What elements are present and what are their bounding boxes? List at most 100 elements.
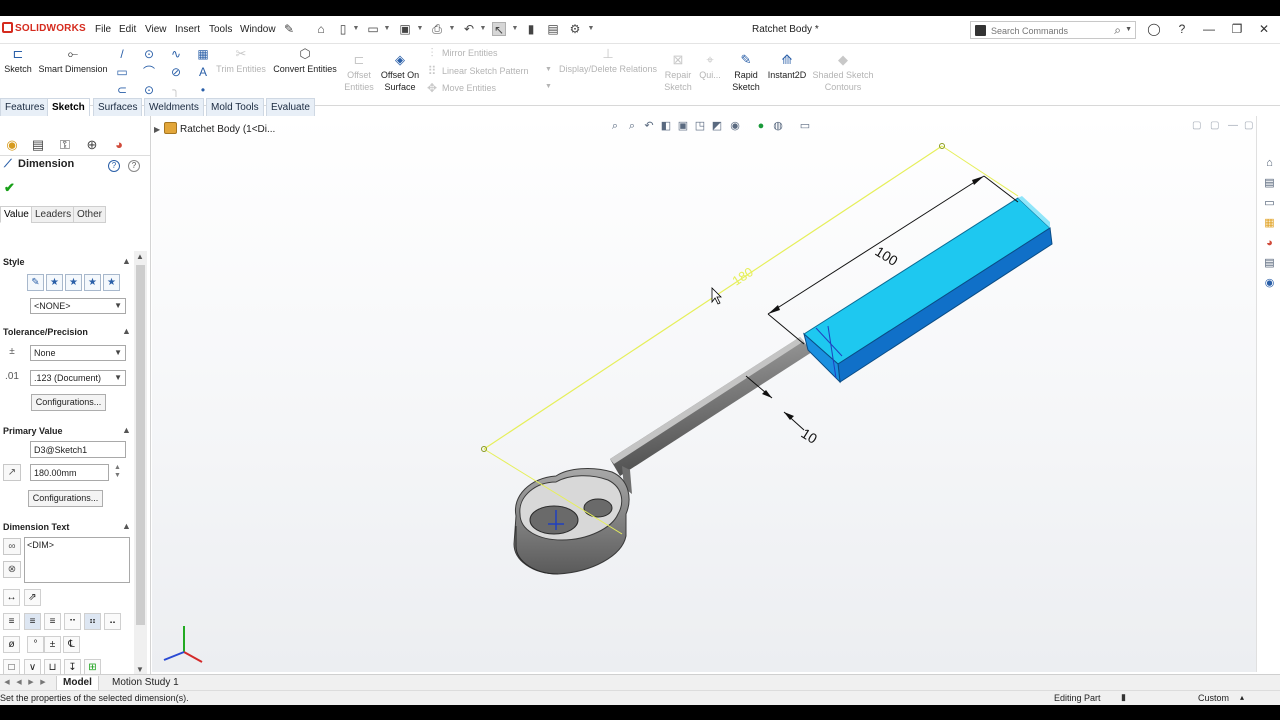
tolerance-type-select[interactable]: None ▼ xyxy=(30,345,126,361)
feature-tree-root[interactable]: ▶ Ratchet Body (1<Di... xyxy=(154,122,275,135)
align-right-icon[interactable]: ≡ xyxy=(44,613,61,630)
repair-sketch-button[interactable]: ⊠ Repair Sketch xyxy=(662,53,694,93)
update-style-icon[interactable]: ★ xyxy=(65,274,82,291)
load-style-icon[interactable]: ★ xyxy=(103,274,120,291)
menu-edit[interactable]: Edit xyxy=(119,24,136,35)
polygon-icon[interactable]: ⊙ xyxy=(143,84,155,96)
view-orientation-icon[interactable]: ◳ xyxy=(693,119,707,133)
open-dropdown-icon[interactable]: ▼ xyxy=(383,22,391,36)
fillet-icon[interactable]: ╮ xyxy=(170,84,182,96)
dimension-text-align-icon[interactable]: ↔ xyxy=(3,589,20,606)
linear-pattern-icon[interactable]: ⠿ xyxy=(426,65,438,77)
search-icon[interactable]: ⌕ xyxy=(1114,23,1121,38)
move-icon[interactable]: ✥ xyxy=(426,82,438,94)
home-icon[interactable]: ⌂ xyxy=(314,22,328,36)
move-entities-label[interactable]: Move Entities xyxy=(442,83,496,93)
prev-tab-icon[interactable]: ◀ xyxy=(14,678,24,686)
next-tab-icon[interactable]: ▶ xyxy=(26,678,36,686)
move-dropdown-icon[interactable]: ▼ xyxy=(545,83,552,90)
ratchet-rod[interactable] xyxy=(610,337,812,494)
plus-minus-symbol-icon[interactable]: ± xyxy=(44,636,61,653)
solidworks-resources-icon[interactable]: ⌂ xyxy=(1262,156,1277,171)
appearances-icon[interactable]: ◕ xyxy=(1262,236,1277,251)
options-dropdown-icon[interactable]: ▼ xyxy=(587,22,595,36)
scroll-up-icon[interactable]: ▲ xyxy=(136,252,144,261)
collapse-tolerance-icon[interactable]: ▲ xyxy=(122,326,131,336)
save-style-icon[interactable]: ★ xyxy=(84,274,101,291)
print-icon[interactable]: ⎙ xyxy=(430,22,444,36)
viewport-minimize-icon[interactable]: — xyxy=(1228,120,1238,131)
ratchet-head[interactable] xyxy=(513,468,630,575)
hide-show-items-icon[interactable]: ◉ xyxy=(728,119,742,133)
user-account-icon[interactable]: ◯ xyxy=(1146,22,1162,36)
first-tab-icon[interactable]: ◀ xyxy=(2,678,12,686)
sketch-button[interactable]: ⊏ Sketch xyxy=(2,47,34,75)
apply-default-style-icon[interactable]: ✎ xyxy=(27,274,44,291)
print-dropdown-icon[interactable]: ▼ xyxy=(448,22,456,36)
primary-configurations-button[interactable]: Configurations... xyxy=(28,490,103,507)
tolerance-configurations-button[interactable]: Configurations... xyxy=(31,394,106,411)
rapid-sketch-button[interactable]: ✎ Rapid Sketch xyxy=(730,53,762,93)
add-style-icon[interactable]: ★ xyxy=(46,274,63,291)
subtab-other[interactable]: Other xyxy=(73,206,107,223)
diameter-symbol-icon[interactable]: ø xyxy=(3,636,20,653)
rebuild-icon[interactable]: ▮ xyxy=(524,22,538,36)
apply-scene-icon[interactable]: ◍ xyxy=(771,119,785,133)
restore-icon[interactable]: ❐ xyxy=(1229,22,1245,36)
file-properties-icon[interactable]: ▤ xyxy=(546,22,560,36)
search-dropdown-icon[interactable]: ▼ xyxy=(1125,26,1132,33)
rebuild-status-icon[interactable]: ▮ xyxy=(1121,692,1126,703)
display-manager-tab-icon[interactable]: ◕ xyxy=(110,137,128,153)
arc-icon[interactable]: ⌒ xyxy=(143,66,155,78)
view-settings-icon[interactable]: ▭ xyxy=(798,119,812,133)
trim-entities-button[interactable]: ✂ Trim Entities xyxy=(215,47,267,75)
options-gear-icon[interactable]: ⚙ xyxy=(568,22,582,36)
circle-icon[interactable]: ⊙ xyxy=(143,48,155,60)
details-help-icon[interactable]: ? xyxy=(108,160,120,172)
select-dropdown-icon[interactable]: ▼ xyxy=(511,22,519,36)
units-dropdown-icon[interactable]: ▴ xyxy=(1240,693,1244,702)
close-icon[interactable]: ✕ xyxy=(1256,22,1272,36)
select-icon[interactable]: ↖ xyxy=(492,22,506,37)
menu-window[interactable]: Window xyxy=(240,24,276,35)
tab-surfaces[interactable]: Surfaces xyxy=(93,98,143,116)
collapse-style-icon[interactable]: ▲ xyxy=(122,256,131,266)
menu-file[interactable]: File xyxy=(95,24,111,35)
dimension-text-area[interactable]: <DIM> xyxy=(24,537,130,583)
menu-tools[interactable]: Tools xyxy=(209,24,232,35)
text-justify-bottom-icon[interactable]: ⠤ xyxy=(104,613,121,630)
offset-on-surface-button[interactable]: ◈ Offset On Surface xyxy=(378,53,422,93)
dynamic-annotation-icon[interactable]: ▣ xyxy=(676,119,690,133)
dimension-name-field[interactable]: D3@Sketch1 xyxy=(30,441,126,458)
display-delete-relations-button[interactable]: ⊥ Display/Delete Relations xyxy=(556,47,660,75)
scrollbar-thumb[interactable] xyxy=(136,265,145,625)
length-dimension-label[interactable]: 100 xyxy=(872,243,900,269)
menu-view[interactable]: View xyxy=(145,24,167,35)
new-document-icon[interactable]: ▯ xyxy=(336,22,350,36)
last-tab-icon[interactable]: ▶ xyxy=(38,678,48,686)
open-icon[interactable]: ▭ xyxy=(366,22,380,36)
dimension-text-leader-icon[interactable]: ⇗ xyxy=(24,589,41,606)
units-selector[interactable]: Custom xyxy=(1198,693,1229,703)
favorite-style-select[interactable]: <NONE> ▼ xyxy=(30,298,126,314)
pattern-dropdown-icon[interactable]: ▼ xyxy=(545,66,552,73)
text-justify-top-icon[interactable]: ⠒ xyxy=(64,613,81,630)
search-input[interactable] xyxy=(991,24,1111,37)
tab-model[interactable]: Model xyxy=(56,676,99,691)
view-palette-icon[interactable]: ▦ xyxy=(1262,216,1277,231)
display-style-icon[interactable]: ◩ xyxy=(710,119,724,133)
point-icon[interactable]: • xyxy=(197,84,209,96)
feature-manager-tab-icon[interactable]: ◉ xyxy=(3,137,21,153)
edit-appearance-icon[interactable]: ● xyxy=(754,119,768,133)
tab-mold-tools[interactable]: Mold Tools xyxy=(206,98,264,116)
graphics-area[interactable]: 180 100 10 ▶ Ratchet Body (1<Di... ⌕ ⌕ ↶… xyxy=(152,116,1256,672)
rectangle-icon[interactable]: ▭ xyxy=(116,66,128,78)
model-scene[interactable]: 180 100 10 xyxy=(152,116,1256,672)
file-explorer-icon[interactable]: ▭ xyxy=(1262,196,1277,211)
property-manager-tab-icon[interactable]: ▤ xyxy=(29,137,47,153)
save-icon[interactable]: ▣ xyxy=(398,22,412,36)
viewport-maximize-icon[interactable]: ▢ xyxy=(1244,120,1253,131)
precision-select[interactable]: .123 (Document) ▼ xyxy=(30,370,126,386)
instant2d-button[interactable]: ⟰ Instant2D xyxy=(764,53,810,81)
selected-dimension-label[interactable]: 180 xyxy=(729,264,755,288)
